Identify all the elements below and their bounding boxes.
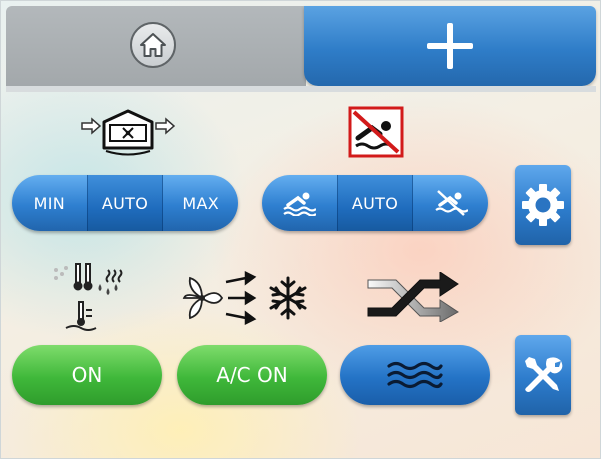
fan-snowflake-icon (182, 270, 307, 326)
tools-button[interactable] (515, 335, 571, 415)
pool-mode-selector: AUTO (262, 175, 488, 231)
shuffle-arrows-icon (367, 272, 459, 322)
tools-icon (525, 357, 563, 392)
home-icon[interactable] (130, 22, 176, 68)
fan-speed-max[interactable]: MAX (163, 175, 238, 231)
add-tab[interactable] (304, 6, 596, 86)
heating-on-button[interactable]: ON (12, 345, 162, 405)
ac-on-button[interactable]: A/C ON (177, 345, 327, 405)
ventilation-unit-icon (81, 109, 176, 156)
heating-dehumidify-icon (54, 263, 123, 331)
water-mode-button[interactable] (340, 345, 490, 405)
pool-auto-option[interactable]: AUTO (336, 175, 414, 231)
waves-icon (387, 361, 443, 389)
no-swimming-icon (348, 106, 404, 158)
settings-button[interactable] (515, 165, 571, 245)
fan-speed-selector: MIN AUTO MAX (12, 175, 238, 231)
top-bar (6, 6, 596, 86)
home-tab[interactable] (6, 6, 306, 86)
gear-icon (522, 184, 564, 226)
pool-no-swim-option[interactable] (413, 175, 488, 231)
plus-icon (427, 23, 473, 69)
fan-speed-auto[interactable]: AUTO (86, 175, 164, 231)
fan-speed-min[interactable]: MIN (12, 175, 87, 231)
tab-divider (6, 86, 596, 92)
no-swim-icon (435, 190, 468, 216)
pool-swim-option[interactable] (262, 175, 337, 231)
swim-icon (283, 192, 317, 216)
